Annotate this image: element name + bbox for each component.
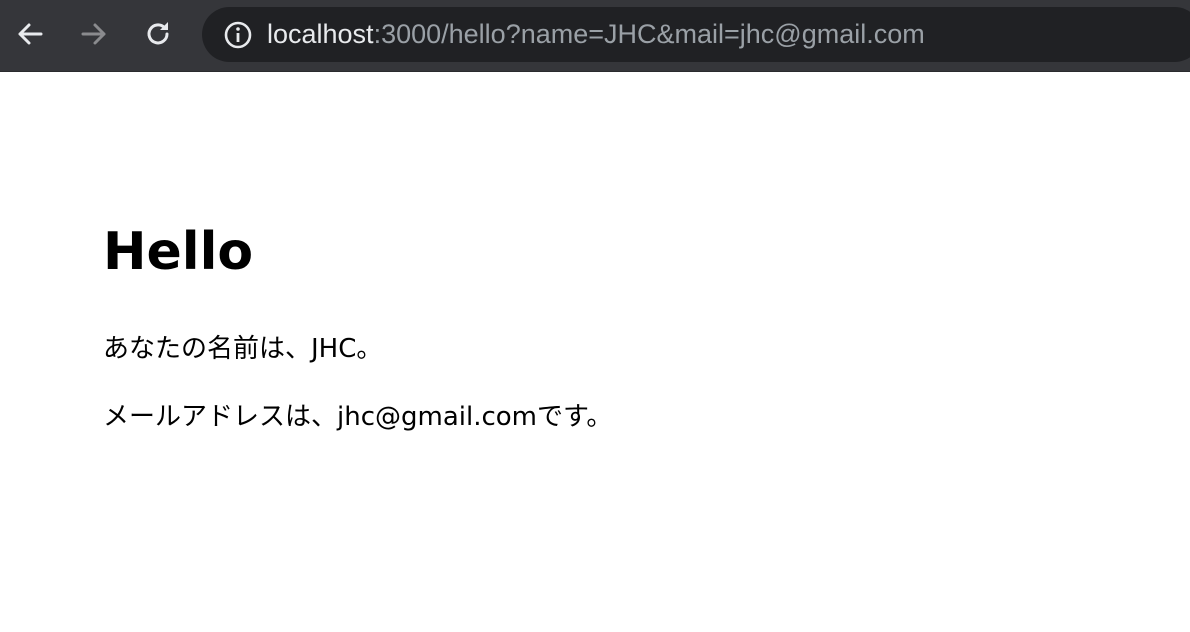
mail-message: メールアドレスは、jhc@gmail.comです。 <box>103 402 613 432</box>
url-host: localhost <box>267 19 374 49</box>
browser-toolbar: localhost:3000/hello?name=JHC&mail=jhc@g… <box>0 0 1190 72</box>
back-button[interactable] <box>10 14 50 54</box>
info-icon[interactable] <box>222 19 254 51</box>
page-title: Hello <box>103 222 254 282</box>
name-message: あなたの名前は、JHC。 <box>103 334 383 364</box>
reload-icon <box>142 18 174 50</box>
back-arrow-icon <box>14 18 46 50</box>
forward-arrow-icon <box>78 18 110 50</box>
address-bar[interactable]: localhost:3000/hello?name=JHC&mail=jhc@g… <box>202 7 1190 62</box>
forward-button[interactable] <box>74 14 114 54</box>
url-text[interactable]: localhost:3000/hello?name=JHC&mail=jhc@g… <box>267 19 925 50</box>
reload-button[interactable] <box>138 14 178 54</box>
url-path: :3000/hello?name=JHC&mail=jhc@gmail.com <box>373 19 925 49</box>
